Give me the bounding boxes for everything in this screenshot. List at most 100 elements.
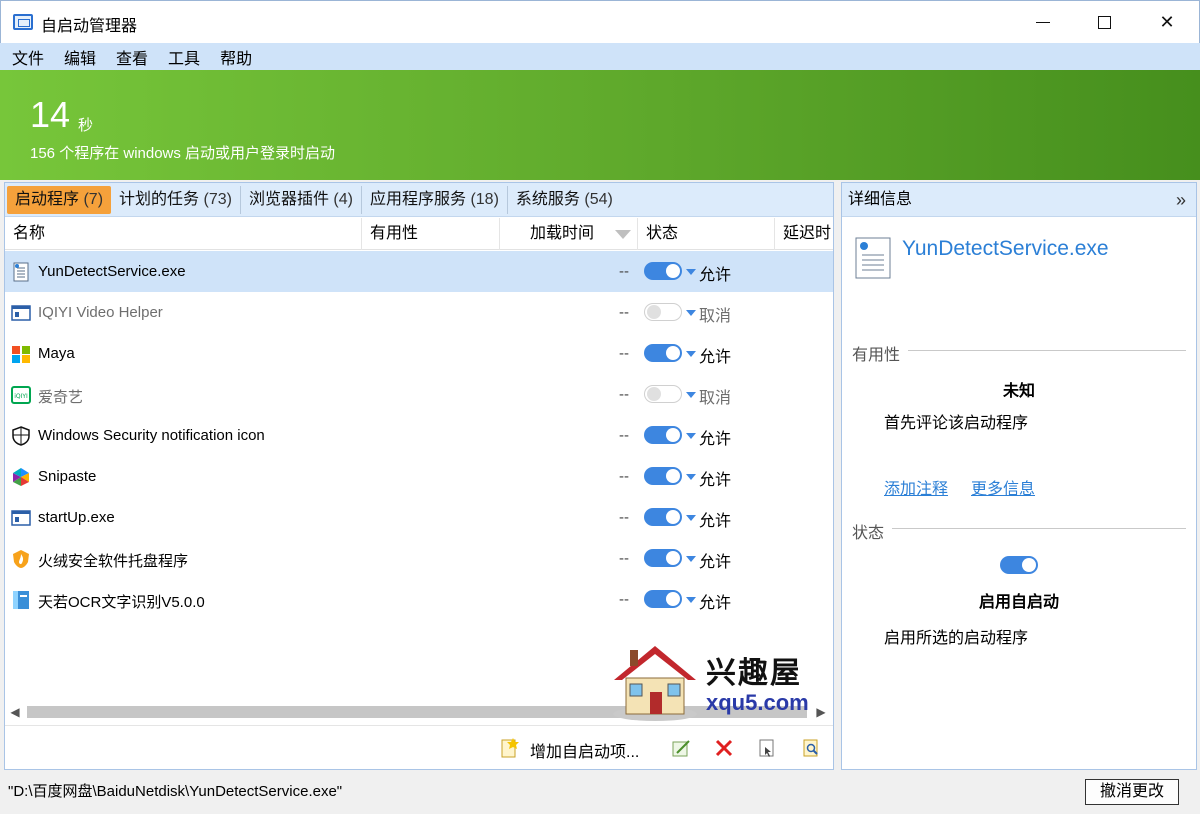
row-load-time: -- (619, 345, 629, 362)
scroll-left-icon[interactable]: ◀ (5, 703, 25, 721)
undo-changes-button[interactable]: 撤消更改 (1085, 779, 1179, 805)
tab-count: (4) (333, 190, 353, 208)
row-load-time: -- (619, 304, 629, 321)
snipaste-icon (13, 468, 29, 486)
row-state: 取消 (699, 390, 732, 407)
document-icon (13, 262, 29, 282)
row-load-time: -- (619, 263, 629, 280)
column-load-time[interactable]: 加载时间 (500, 218, 638, 250)
details-state-toggle[interactable] (1000, 556, 1038, 574)
status-bar: "D:\百度网盘\BaiduNetdisk\YunDetectService.e… (0, 772, 1200, 814)
tab-browser-plugins[interactable]: 浏览器插件 (4) (241, 185, 362, 214)
tab-scheduled-tasks[interactable]: 计划的任务 (73) (111, 185, 241, 214)
tab-label: 浏览器插件 (248, 190, 329, 208)
state-toggle[interactable] (644, 385, 682, 403)
chevron-down-icon[interactable] (686, 556, 696, 562)
chevron-down-icon[interactable] (686, 310, 696, 316)
tab-startup-programs[interactable]: 启动程序 (7) (7, 185, 112, 214)
window-icon (11, 305, 31, 321)
table-row[interactable]: 火绒安全软件托盘程序 -- 允许 (5, 538, 833, 579)
chevron-down-icon[interactable] (686, 269, 696, 275)
state-toggle[interactable] (644, 344, 682, 362)
shield-icon (12, 426, 30, 446)
usefulness-value: 未知 (1002, 383, 1035, 400)
category-tabs: 启动程序 (7) 计划的任务 (73) 浏览器插件 (4) 应用程序服务 (18… (5, 183, 833, 217)
table-row[interactable]: iQIYI 爱奇艺 -- 取消 (5, 374, 833, 415)
menu-file[interactable]: 文件 (12, 45, 44, 69)
windows-logo-icon (12, 346, 30, 363)
state-toggle[interactable] (644, 262, 682, 280)
summary-banner: 14 秒 156 个程序在 windows 启动或用户登录时启动 (0, 70, 1200, 180)
watermark-house-logo (613, 646, 697, 721)
column-name[interactable]: 名称 (5, 218, 362, 250)
row-name: IQIYI Video Helper (38, 304, 163, 321)
startup-rows: YunDetectService.exe -- 允许 IQIYI Video H… (5, 251, 833, 620)
edit-icon[interactable] (671, 738, 691, 758)
open-location-icon[interactable] (757, 738, 777, 758)
tab-label: 应用程序服务 (369, 190, 466, 208)
menu-tools[interactable]: 工具 (168, 45, 200, 69)
document-icon (855, 237, 891, 279)
menu-view[interactable]: 查看 (116, 45, 148, 69)
chevron-down-icon[interactable] (686, 474, 696, 480)
add-item-icon[interactable] (499, 738, 519, 758)
close-icon: ✕ (1159, 12, 1175, 32)
maximize-button[interactable] (1074, 1, 1134, 44)
row-state: 取消 (699, 308, 732, 325)
collapse-icon[interactable]: » (1176, 183, 1186, 217)
row-load-time: -- (619, 550, 629, 567)
table-row[interactable]: 天若OCR文字识别V5.0.0 -- 允许 (5, 579, 833, 620)
delete-icon[interactable] (714, 738, 734, 758)
tab-label: 启动程序 (15, 190, 80, 208)
close-button[interactable]: ✕ (1137, 1, 1197, 44)
minimize-icon (1036, 22, 1050, 23)
state-toggle[interactable] (644, 426, 682, 444)
usefulness-divider (908, 350, 1186, 351)
row-load-time: -- (619, 468, 629, 485)
row-state: 允许 (699, 267, 732, 284)
state-toggle[interactable] (644, 508, 682, 526)
chevron-down-icon[interactable] (686, 433, 696, 439)
row-state: 允许 (699, 554, 732, 571)
watermark-url: xqu5.com (706, 690, 809, 715)
usefulness-desc: 首先评论该启动程序 (884, 415, 1029, 432)
chevron-down-icon[interactable] (686, 392, 696, 398)
state-toggle[interactable] (644, 303, 682, 321)
watermark-title: 兴趣屋 (706, 657, 802, 690)
minimize-button[interactable] (1013, 1, 1073, 44)
table-row[interactable]: Windows Security notification icon -- 允许 (5, 415, 833, 456)
chevron-down-icon[interactable] (686, 597, 696, 603)
tab-app-services[interactable]: 应用程序服务 (18) (362, 185, 508, 214)
state-toggle[interactable] (644, 467, 682, 485)
row-name: 天若OCR文字识别V5.0.0 (38, 594, 205, 611)
state-toggle[interactable] (644, 549, 682, 567)
maximize-icon (1097, 16, 1111, 29)
selected-file-path: "D:\百度网盘\BaiduNetdisk\YunDetectService.e… (8, 783, 343, 800)
table-row[interactable]: startUp.exe -- 允许 (5, 497, 833, 538)
table-row[interactable]: YunDetectService.exe -- 允许 (5, 251, 833, 292)
details-title: 详细信息 (848, 191, 913, 208)
sort-desc-icon (615, 230, 631, 239)
chevron-down-icon[interactable] (686, 515, 696, 521)
add-startup-button[interactable]: 增加自启动项... (530, 738, 639, 762)
search-file-icon[interactable] (801, 738, 821, 758)
ocr-icon (13, 591, 29, 609)
tab-system-services[interactable]: 系统服务 (54) (508, 186, 621, 214)
menu-help[interactable]: 帮助 (220, 45, 252, 69)
row-load-time: -- (619, 427, 629, 444)
tab-label: 计划的任务 (119, 190, 200, 208)
column-usefulness[interactable]: 有用性 (362, 218, 500, 250)
add-note-link[interactable]: 添加注释 (884, 475, 948, 499)
startup-seconds-unit: 秒 (78, 117, 94, 134)
more-info-link[interactable]: 更多信息 (971, 475, 1035, 499)
scroll-right-icon[interactable]: ▶ (811, 703, 831, 721)
chevron-down-icon[interactable] (686, 351, 696, 357)
tab-count: (18) (470, 190, 499, 208)
column-delay[interactable]: 延迟时 (775, 218, 835, 250)
table-row[interactable]: Maya -- 允许 (5, 333, 833, 374)
state-toggle[interactable] (644, 590, 682, 608)
menu-edit[interactable]: 编辑 (64, 45, 96, 69)
column-state[interactable]: 状态 (638, 218, 775, 250)
table-row[interactable]: IQIYI Video Helper -- 取消 (5, 292, 833, 333)
table-row[interactable]: Snipaste -- 允许 (5, 456, 833, 497)
